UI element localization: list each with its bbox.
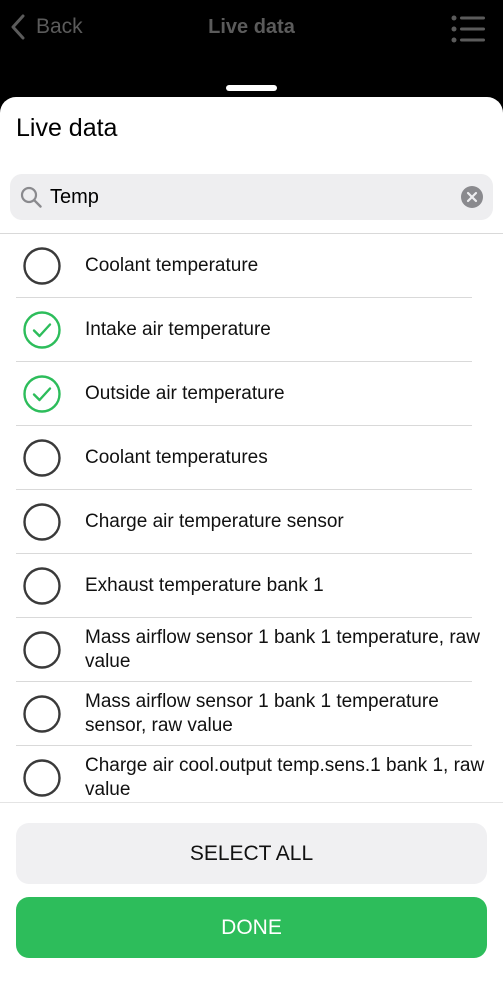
empty-circle-icon[interactable] xyxy=(23,247,61,285)
search-bar[interactable] xyxy=(10,174,493,220)
list-item[interactable]: Charge air cool.output temp.sens.1 bank … xyxy=(0,746,503,802)
done-button[interactable]: DONE xyxy=(16,897,487,958)
sheet-grabber[interactable] xyxy=(226,85,277,91)
list-item-label: Charge air temperature sensor xyxy=(85,510,344,532)
empty-circle-icon[interactable] xyxy=(23,631,61,669)
live-data-list: Coolant temperature Intake air temperatur… xyxy=(0,234,503,802)
checkmark-circle-icon[interactable] xyxy=(23,375,61,413)
list-item[interactable]: Mass airflow sensor 1 bank 1 temperature… xyxy=(0,682,503,746)
empty-circle-icon[interactable] xyxy=(23,695,61,733)
list-icon[interactable] xyxy=(451,14,485,44)
footer-divider xyxy=(0,802,503,803)
list-item-label: Mass airflow sensor 1 bank 1 temperature… xyxy=(85,690,439,736)
list-item[interactable]: Exhaust temperature bank 1 xyxy=(0,554,503,618)
empty-circle-icon[interactable] xyxy=(23,439,61,477)
empty-circle-icon[interactable] xyxy=(23,567,61,605)
list-item-label: Mass airflow sensor 1 bank 1 temperature… xyxy=(85,626,480,672)
sheet-title: Live data xyxy=(16,114,118,142)
list-item[interactable]: Mass airflow sensor 1 bank 1 temperature… xyxy=(0,618,503,682)
select-all-button[interactable]: SELECT ALL xyxy=(16,823,487,884)
list-item[interactable]: Intake air temperature xyxy=(0,298,503,362)
list-item[interactable]: Coolant temperature xyxy=(0,234,503,298)
list-item-label: Outside air temperature xyxy=(85,382,285,404)
list-item-label: Charge air cool.output temp.sens.1 bank … xyxy=(85,754,485,800)
list-item-label: Coolant temperature xyxy=(85,254,259,276)
screen: Back Live data Live data Temp Coolant te… xyxy=(0,0,503,1000)
bottom-sheet: Live data Coolant temperature Intake air … xyxy=(0,97,503,1000)
empty-circle-icon[interactable] xyxy=(23,503,61,541)
list-item[interactable]: Outside air temperature xyxy=(0,362,503,426)
list-item[interactable]: Charge air temperature sensor xyxy=(0,490,503,554)
list-item-label: Intake air temperature xyxy=(85,318,271,340)
clear-icon[interactable] xyxy=(461,186,483,208)
search-icon xyxy=(20,186,42,208)
search-input[interactable] xyxy=(50,174,450,220)
nav-title: Live data xyxy=(208,16,295,38)
checkmark-circle-icon[interactable] xyxy=(23,311,61,349)
list-item[interactable]: Coolant temperatures xyxy=(0,426,503,490)
list-item-label: Exhaust temperature bank 1 xyxy=(85,574,324,596)
list-item-label: Coolant temperatures xyxy=(85,446,268,468)
empty-circle-icon[interactable] xyxy=(23,759,61,797)
nav-bar: Back Live data xyxy=(0,0,503,60)
